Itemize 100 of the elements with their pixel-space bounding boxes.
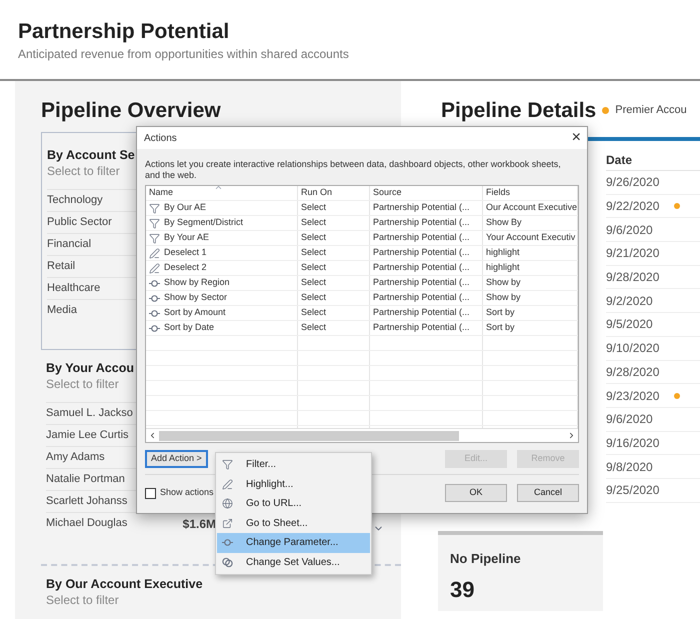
table-cell-text: Show by <box>486 291 521 304</box>
date-cell-text: 9/25/2020 <box>606 482 660 500</box>
list-item[interactable]: Public Sector <box>47 214 112 231</box>
menu-item[interactable]: Go to Sheet... <box>217 514 370 533</box>
ok-button[interactable]: OK <box>445 484 507 502</box>
filter-icon <box>149 232 160 244</box>
menu-item[interactable]: Change Parameter... <box>217 533 370 552</box>
date-cell-text: 9/28/2020 <box>606 364 660 381</box>
page-subtitle: Anticipated revenue from opportunities within shared accounts <box>18 46 350 62</box>
table-cell-text: Select <box>301 246 326 260</box>
table-cell[interactable]: Sort by Date <box>164 321 214 335</box>
list-item[interactable]: Financial <box>47 236 92 253</box>
page-title: Partnership Potential <box>18 19 230 45</box>
table-cell-text: Select <box>301 306 326 320</box>
dialog-description: Actions let you create interactive relationships between data, dashboard objects, other workbook sheets, and the web. <box>145 159 562 181</box>
table-cell[interactable]: By Your AE <box>164 231 210 245</box>
table-cell-text: Partnership Potential (... <box>373 216 470 230</box>
scroll-right-icon[interactable] <box>567 431 576 440</box>
column-header: Source <box>373 186 402 200</box>
section-heading: Pipeline Details <box>441 98 596 123</box>
table-cell-text: Select <box>301 261 326 274</box>
horizontal-scrollbar[interactable] <box>146 428 578 442</box>
filter-icon <box>149 218 160 228</box>
table-cell-text: Show By <box>486 216 522 230</box>
external-link-icon <box>222 518 233 529</box>
menu-item[interactable]: Change Set Values... <box>217 552 370 572</box>
table-cell-text: Select <box>301 201 326 214</box>
parameter-icon <box>222 537 233 548</box>
table-cell-text: Partnership Potential (... <box>373 201 470 214</box>
section-title: By Account Se <box>47 147 135 164</box>
list-item[interactable]: Michael Douglas <box>46 515 128 532</box>
table-cell-text: Select <box>301 216 326 230</box>
pen-icon <box>222 478 233 490</box>
table-cell[interactable]: By Our AE <box>164 201 206 215</box>
parameter-icon <box>149 308 160 318</box>
checkbox[interactable] <box>145 488 156 498</box>
column-header: Fields <box>486 186 510 200</box>
pen-icon <box>149 248 160 258</box>
list-item[interactable]: Media <box>47 302 77 319</box>
table-cell[interactable]: Show by Region <box>164 276 230 290</box>
table-cell[interactable]: By Segment/District <box>164 216 244 230</box>
table-cell-text: Partnership Potential (... <box>373 246 470 260</box>
menu-item[interactable]: Filter... <box>217 455 370 474</box>
section-heading: Pipeline Overview <box>41 98 221 123</box>
date-cell-text: 9/23/2020 <box>606 388 660 405</box>
section-title: By Our Account Executive <box>46 576 203 593</box>
table-cell-text: highlight <box>486 261 520 274</box>
list-item[interactable]: Technology <box>47 192 103 209</box>
legend-label: Premier Accou <box>615 103 687 118</box>
list-item[interactable]: Amy Adams <box>46 449 105 466</box>
table-cell[interactable]: Deselect 2 <box>164 261 207 275</box>
cancel-button[interactable]: Cancel <box>517 484 579 502</box>
table-cell-text: highlight <box>486 246 520 260</box>
date-cell-text: 9/2/2020 <box>606 292 654 310</box>
parameter-icon <box>149 292 160 304</box>
list-item[interactable]: Retail <box>47 258 76 275</box>
pen-icon <box>149 262 160 274</box>
table-cell-text: Partnership Potential (... <box>373 276 470 290</box>
sort-icon <box>214 183 223 192</box>
item-value: $1.6M <box>182 516 216 532</box>
set-icon <box>222 556 233 568</box>
table-cell[interactable]: Deselect 1 <box>164 246 207 260</box>
table-cell-text: Show by <box>486 276 521 290</box>
scroll-thumb[interactable] <box>159 430 459 440</box>
scroll-left-icon[interactable] <box>148 431 157 440</box>
table-cell-text: Select <box>301 291 326 304</box>
card-count: 39 <box>450 578 476 602</box>
table-cell[interactable]: Sort by Amount <box>164 306 226 320</box>
list-item[interactable]: Healthcare <box>47 280 100 297</box>
table-cell-text: Partnership Potential (... <box>373 231 470 244</box>
filter-icon <box>149 202 160 214</box>
column-header: Name <box>149 186 174 200</box>
date-cell-text: 9/22/2020 <box>606 198 660 216</box>
filter-hint: Select to filter <box>47 164 120 179</box>
list-item[interactable]: Scarlett Johanss <box>46 493 128 510</box>
filter-hint: Select to filter <box>46 593 119 608</box>
table-cell-text: Partnership Potential (... <box>373 321 470 334</box>
table-cell[interactable]: Show by Sector <box>164 291 228 305</box>
table-cell-text: Partnership Potential (... <box>373 291 470 304</box>
menu-item[interactable]: Highlight... <box>217 474 370 494</box>
menu-item[interactable]: Go to URL... <box>217 494 370 514</box>
globe-icon <box>222 498 233 510</box>
table-cell-text: Sort by <box>486 321 515 334</box>
section-title: By Your Accou <box>46 360 134 377</box>
dialog-title: Actions <box>144 132 177 146</box>
parameter-icon <box>149 278 160 288</box>
add-action-button[interactable]: Add Action > <box>145 450 208 468</box>
checkbox-label: Show actions <box>160 486 214 500</box>
table-cell-text: Our Account Executive <box>486 201 577 214</box>
date-cell-text: 9/6/2020 <box>606 411 654 428</box>
list-item[interactable]: Samuel L. Jackso <box>46 405 133 422</box>
list-item[interactable]: Jamie Lee Curtis <box>46 427 129 444</box>
list-item[interactable]: Natalie Portman <box>46 471 125 488</box>
date-cell-text: 9/8/2020 <box>606 458 654 476</box>
filter-icon <box>222 459 233 470</box>
date-cell-text: 9/21/2020 <box>606 245 660 262</box>
table-cell-text: Select <box>301 231 326 244</box>
close-button[interactable]: × <box>572 130 581 146</box>
table-cell-text: Sort by <box>486 306 515 320</box>
filter-hint: Select to filter <box>46 377 119 392</box>
